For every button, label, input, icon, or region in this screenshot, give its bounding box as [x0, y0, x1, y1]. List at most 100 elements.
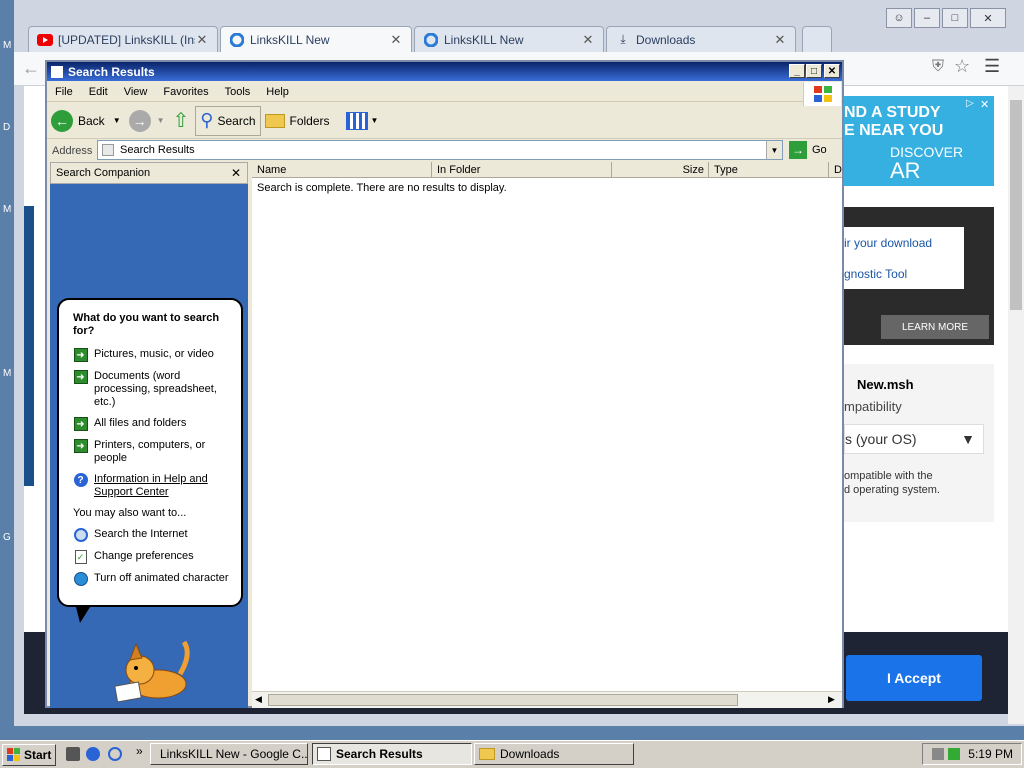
- menu-help[interactable]: Help: [258, 86, 297, 98]
- desktop-label: M: [3, 368, 12, 379]
- browser-tab-active[interactable]: LinksKILL New ✕: [220, 26, 412, 52]
- address-field[interactable]: Search Results ▼: [97, 140, 783, 160]
- browser-tab[interactable]: ⤓ Downloads ✕: [606, 26, 796, 52]
- tab-title: LinksKILL New: [444, 32, 524, 47]
- horizontal-scrollbar[interactable]: ◀ ▶: [252, 691, 842, 708]
- adchoices-icon[interactable]: ▷: [966, 98, 978, 110]
- learn-more-button[interactable]: LEARN MORE: [881, 315, 989, 339]
- scrollbar-thumb[interactable]: [268, 694, 738, 706]
- dropdown-arrow-icon[interactable]: ▼: [157, 116, 165, 125]
- profile-button[interactable]: ☺: [886, 8, 912, 28]
- youtube-icon: [37, 32, 53, 48]
- file-name: New.msh: [857, 377, 914, 392]
- folders-button[interactable]: Folders: [261, 106, 334, 136]
- start-label: Start: [24, 747, 52, 762]
- close-icon[interactable]: ✕: [980, 98, 989, 111]
- green-arrow-icon: ➜: [73, 348, 88, 362]
- results-pane: Name In Folder Size Type D Search is com…: [252, 162, 842, 708]
- taskbar-item-downloads[interactable]: Downloads: [474, 743, 634, 765]
- shield-icon[interactable]: ⛨: [932, 58, 944, 76]
- repair-link[interactable]: ir your download: [844, 236, 932, 250]
- caret-down-icon: ▼: [961, 431, 975, 447]
- column-type[interactable]: Type: [709, 162, 829, 178]
- column-in-folder[interactable]: In Folder: [432, 162, 612, 178]
- maximize-button[interactable]: □: [942, 8, 968, 28]
- option-printers[interactable]: ➜ Printers, computers, or people: [73, 439, 233, 465]
- tray-icon[interactable]: [948, 748, 961, 760]
- minimize-button[interactable]: –: [914, 8, 940, 28]
- browser-tab[interactable]: [UPDATED] LinksKILL (Inspi ✕: [28, 26, 218, 52]
- edge-icon: [229, 32, 245, 48]
- up-button[interactable]: ⇧: [169, 106, 194, 136]
- close-button[interactable]: ✕: [824, 64, 840, 78]
- forward-button[interactable]: → ▼: [125, 106, 169, 136]
- tray-icon[interactable]: [932, 748, 945, 760]
- browser-tab[interactable]: LinksKILL New ✕: [414, 26, 604, 52]
- new-tab-button[interactable]: [802, 26, 832, 52]
- start-button[interactable]: Start: [2, 743, 57, 766]
- diagnostic-link[interactable]: gnostic Tool: [844, 267, 907, 281]
- scroll-left-icon[interactable]: ◀: [255, 694, 262, 705]
- internet-explorer-icon[interactable]: [86, 747, 100, 761]
- close-icon[interactable]: ✕: [773, 32, 787, 48]
- option-change-preferences[interactable]: ✓ Change preferences: [73, 550, 233, 564]
- option-help-center[interactable]: ? Information in Help and Support Center: [73, 473, 233, 499]
- go-button[interactable]: → Go: [789, 141, 827, 159]
- option-documents[interactable]: ➜ Documents (word processing, spreadshee…: [73, 370, 233, 409]
- back-label: Back: [78, 113, 105, 128]
- task-label: Downloads: [500, 747, 560, 761]
- dropdown-arrow-icon[interactable]: ▼: [113, 116, 121, 125]
- option-all-files[interactable]: ➜ All files and folders: [73, 417, 233, 431]
- menu-file[interactable]: File: [47, 86, 81, 98]
- menu-edit[interactable]: Edit: [81, 86, 116, 98]
- search-dog-character[interactable]: [110, 634, 190, 707]
- taskbar-item-chrome[interactable]: LinksKILL New - Google C...: [150, 743, 308, 765]
- column-size[interactable]: Size: [612, 162, 709, 178]
- menu-view[interactable]: View: [116, 86, 156, 98]
- option-turn-off-character[interactable]: Turn off animated character: [73, 572, 233, 586]
- menu-favorites[interactable]: Favorites: [155, 86, 216, 98]
- question-heading: What do you want to search for?: [73, 312, 220, 337]
- star-icon[interactable]: ☆: [954, 56, 970, 77]
- close-button[interactable]: ✕: [970, 8, 1006, 28]
- menu-icon[interactable]: ☰: [984, 56, 1000, 77]
- close-icon[interactable]: ✕: [581, 32, 595, 48]
- taskbar-item-search-results[interactable]: Search Results: [312, 743, 472, 765]
- media-player-icon[interactable]: [108, 747, 122, 761]
- compat-label: mpatibility: [844, 399, 902, 414]
- search-button[interactable]: ⚲ Search: [195, 105, 261, 136]
- scroll-right-icon[interactable]: ▶: [828, 694, 835, 705]
- os-select[interactable]: s (your OS) ▼: [844, 424, 984, 454]
- column-date[interactable]: D: [829, 162, 842, 178]
- green-arrow-icon: ➜: [73, 439, 88, 453]
- compat-note: ompatible with the: [844, 470, 933, 482]
- also-heading: You may also want to...: [73, 507, 187, 519]
- folder-icon: [479, 748, 495, 760]
- menu-tools[interactable]: Tools: [217, 86, 259, 98]
- back-arrow-icon[interactable]: ←: [22, 58, 40, 79]
- forward-arrow-icon: →: [128, 109, 151, 132]
- close-icon[interactable]: ✕: [195, 32, 209, 48]
- accept-button[interactable]: I Accept: [846, 655, 982, 701]
- ad-text: E NEAR YOU: [844, 122, 944, 139]
- close-icon[interactable]: ✕: [231, 166, 241, 180]
- scrollbar-thumb[interactable]: [1010, 100, 1022, 310]
- column-name[interactable]: Name: [252, 162, 432, 178]
- search-label: Search: [217, 113, 256, 128]
- views-button[interactable]: ▼: [342, 106, 383, 136]
- edge-icon: [423, 32, 439, 48]
- chevron-down-icon[interactable]: ▼: [766, 141, 782, 159]
- back-button[interactable]: ← Back ▼: [47, 106, 125, 136]
- option-search-internet[interactable]: Search the Internet: [73, 528, 233, 542]
- study-ad[interactable]: ND A STUDY E NEAR YOU DISCOVER AR ▷ ✕: [844, 96, 994, 186]
- clock[interactable]: 5:19 PM: [968, 747, 1013, 761]
- green-arrow-icon: ➜: [73, 417, 88, 431]
- windows-logo-icon: [7, 747, 20, 761]
- search-results-icon: [317, 747, 331, 761]
- maximize-button[interactable]: □: [806, 64, 822, 78]
- minimize-button[interactable]: _: [789, 64, 805, 78]
- chevron-right-icon[interactable]: »: [136, 744, 143, 758]
- option-pictures[interactable]: ➜ Pictures, music, or video: [73, 348, 233, 362]
- close-icon[interactable]: ✕: [389, 32, 403, 48]
- show-desktop-icon[interactable]: [66, 747, 80, 761]
